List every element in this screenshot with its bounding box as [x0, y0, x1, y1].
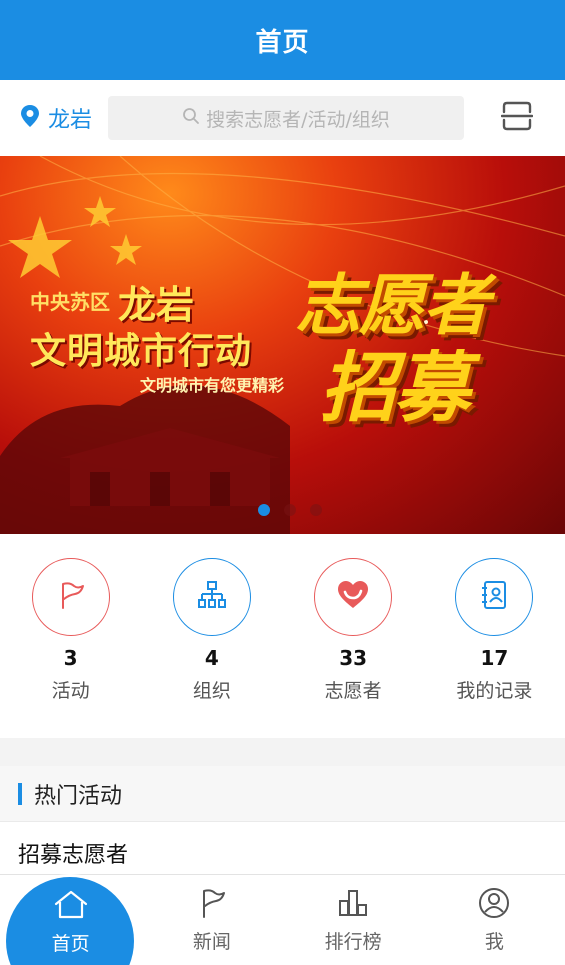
stat-my-records[interactable]: 17 我的记录: [424, 534, 565, 738]
tab-home[interactable]: 首页: [0, 875, 141, 965]
stat-count: 17: [480, 646, 509, 670]
page-title: 首页: [255, 27, 310, 58]
stat-organizations[interactable]: 4 组织: [141, 534, 282, 738]
banner-dot[interactable]: [309, 504, 322, 516]
scan-button[interactable]: [500, 101, 534, 135]
banner-tagline: 文明城市有您更精彩: [140, 376, 285, 395]
stat-label: 活动: [51, 680, 90, 702]
record-icon: [477, 578, 511, 616]
section-title: 热门活动: [34, 783, 123, 809]
search-bar: 龙岩 搜索志愿者/活动/组织: [0, 80, 565, 156]
bottom-tab-bar: 首页 新闻 排行榜 我: [0, 874, 565, 965]
banner-dot[interactable]: [257, 504, 270, 516]
home-icon: [53, 889, 89, 925]
tab-profile[interactable]: 我: [424, 875, 565, 965]
stat-count: 3: [63, 646, 78, 670]
stat-label: 组织: [192, 680, 231, 702]
banner-city: 龙岩: [118, 283, 195, 327]
search-icon: [182, 107, 206, 130]
org-chart-icon: [195, 578, 229, 616]
flag-icon: [54, 578, 88, 616]
location-pin-icon: [20, 104, 40, 132]
banner-big-line-2: 招募: [320, 343, 470, 432]
tab-label: 首页: [51, 932, 90, 955]
heart-icon: [335, 578, 371, 616]
recruit-banner[interactable]: 中央苏区 龙岩 文明城市行动 文明城市有您更精彩 志愿者 招募: [0, 156, 565, 534]
stat-label: 我的记录: [456, 680, 533, 702]
banner-headline: 文明城市行动: [30, 331, 253, 372]
stat-label: 志愿者: [324, 680, 382, 702]
app-header: 首页: [0, 0, 565, 80]
tab-label: 新闻: [192, 930, 231, 953]
stat-icon-circle: [455, 558, 534, 636]
banner-kicker: 中央苏区: [30, 290, 110, 314]
stat-icon-circle: [31, 558, 110, 636]
hot-activities-header: 热门活动: [0, 766, 565, 822]
tab-label: 排行榜: [324, 930, 382, 953]
scan-icon: [500, 100, 534, 136]
banner-pagination: [0, 504, 565, 516]
activity-title: 招募志愿者: [18, 843, 129, 868]
stat-icon-circle: [172, 558, 251, 636]
search-placeholder: 搜索志愿者/活动/组织: [206, 108, 390, 131]
stat-count: 4: [204, 646, 219, 670]
stat-volunteers[interactable]: 33 志愿者: [283, 534, 424, 738]
tab-ranking[interactable]: 排行榜: [283, 875, 424, 965]
ranking-icon: [337, 887, 369, 923]
location-selector[interactable]: 龙岩: [20, 102, 108, 134]
tab-news[interactable]: 新闻: [141, 875, 282, 965]
stat-activities[interactable]: 3 活动: [0, 534, 141, 738]
banner-dot[interactable]: [283, 504, 296, 516]
stats-grid: 3 活动 4 组织 33 志愿者 17 我的记录: [0, 534, 565, 738]
stat-count: 33: [339, 646, 368, 670]
tab-content: 首页: [52, 889, 90, 956]
flag-icon: [196, 887, 228, 923]
tab-label: 我: [484, 930, 504, 953]
stat-icon-circle: [314, 558, 393, 636]
search-input[interactable]: 搜索志愿者/活动/组织: [108, 96, 464, 140]
section-divider: [0, 738, 565, 766]
profile-icon: [478, 887, 510, 923]
location-city: 龙岩: [48, 108, 93, 133]
section-accent-bar: [18, 782, 22, 805]
